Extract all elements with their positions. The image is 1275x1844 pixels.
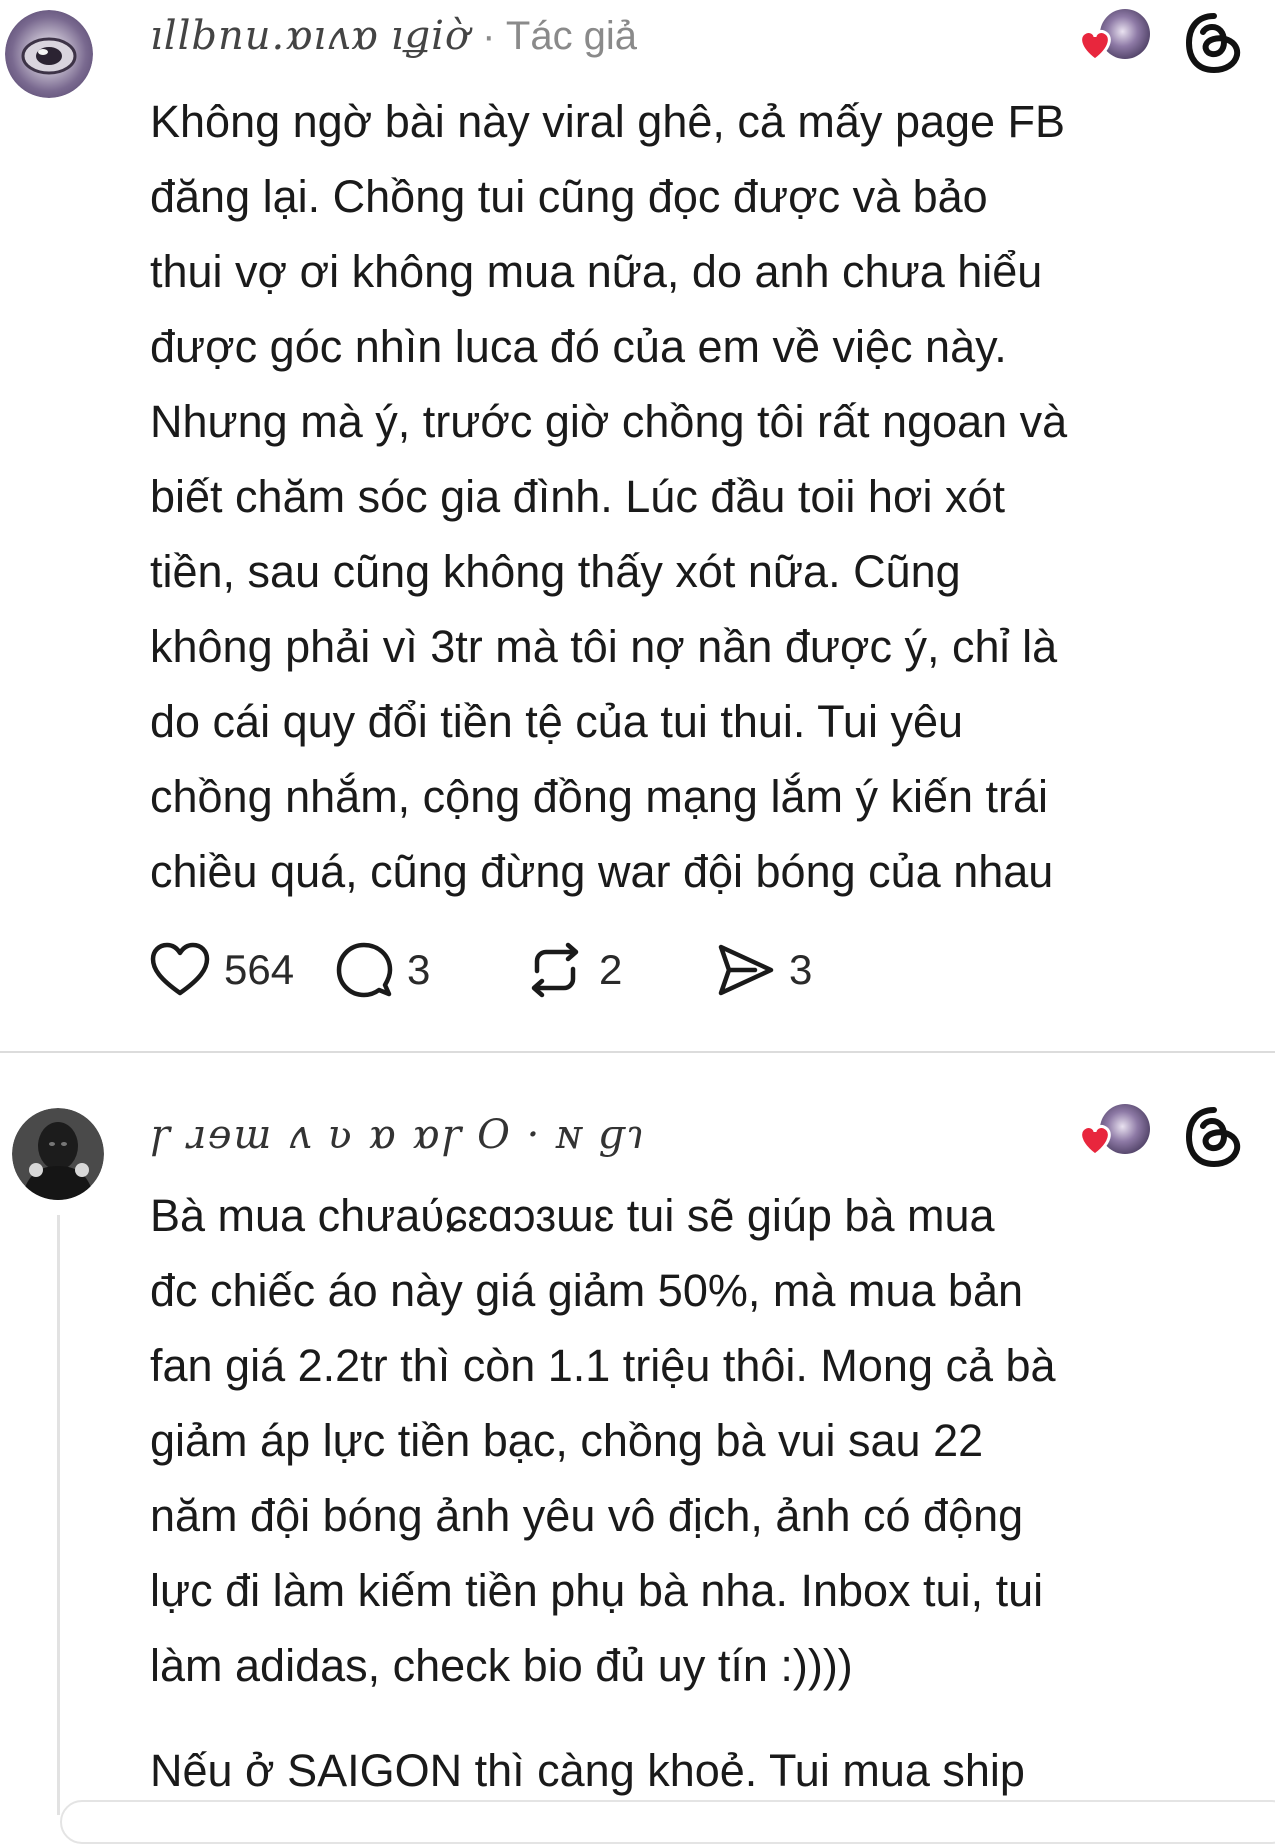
body-line: được góc nhìn luca đó của em về việc này… bbox=[150, 321, 1007, 372]
threads-logo-icon[interactable] bbox=[1183, 1106, 1245, 1168]
reply-count: 3 bbox=[407, 946, 431, 993]
thread-connector-line bbox=[57, 1215, 60, 1815]
author-name[interactable]: ɼ ɹɘɯ ʌ ʋ ɒ ɒɼ O · ɴ ɡɿ bbox=[150, 1111, 646, 1159]
reply-body: Bà mua chưaʋ́ɕɛɑɔɜɯɛ tui sẽ giúp bà mua … bbox=[150, 1178, 1260, 1703]
body-line: năm đội bóng ảnh yêu vô địch, ảnh có độn… bbox=[150, 1490, 1024, 1541]
liked-by-badge[interactable] bbox=[1075, 1103, 1153, 1163]
liked-heart-badge-icon bbox=[1079, 1104, 1150, 1157]
body-line: Bà mua chưaʋ́ɕɛɑɔɜɯɛ tui sẽ giúp bà mua bbox=[150, 1190, 995, 1241]
body-line: không phải vì 3tr mà tôi nợ nần được ý, … bbox=[150, 621, 1058, 672]
body-line: lực đi làm kiếm tiền phụ bà nha. Inbox t… bbox=[150, 1565, 1044, 1616]
heart-outline-icon bbox=[150, 942, 210, 996]
avatar[interactable] bbox=[5, 10, 93, 98]
body-line: fan giá 2.2tr thì còn 1.1 triệu thôi. Mo… bbox=[150, 1340, 1056, 1391]
reply-button[interactable]: 3 bbox=[335, 941, 525, 999]
author-tag: · Tác giả bbox=[482, 14, 638, 58]
reply-continuation: Nếu ở SAIGON thì càng khoẻ. Tui mua ship bbox=[150, 1733, 1260, 1808]
repost-count: 2 bbox=[599, 946, 623, 993]
avatar[interactable] bbox=[12, 1108, 104, 1200]
body-line: đăng lại. Chồng tui cũng đọc được và bảo bbox=[150, 171, 988, 222]
post-1: ıllbnu.ɒıʌɒ ıǥiờ · Tác giả Không ngờ bài… bbox=[0, 0, 1275, 1050]
post-time: ıǥiờ bbox=[390, 13, 471, 59]
like-button[interactable]: 564 bbox=[150, 942, 335, 998]
body-line: Không ngờ bài này viral ghê, cả mấy page… bbox=[150, 96, 1066, 147]
body-line: giảm áp lực tiền bạc, chồng bà vui sau 2… bbox=[150, 1415, 984, 1466]
next-post-card-edge bbox=[60, 1800, 1275, 1844]
body-line: Nếu ở SAIGON thì càng khoẻ. Tui mua ship bbox=[150, 1745, 1025, 1796]
body-line: Nhưng mà ý, trước giờ chồng tôi rất ngoa… bbox=[150, 396, 1068, 447]
repost-arrows-icon bbox=[531, 942, 579, 998]
body-line: tiền, sau cũng không thấy xót nữa. Cũng bbox=[150, 546, 961, 597]
author-header: ıllbnu.ɒıʌɒ ıǥiờ · Tác giả bbox=[150, 12, 637, 60]
avatar-image-icon bbox=[12, 1108, 104, 1200]
liked-by-badge[interactable] bbox=[1075, 8, 1153, 68]
body-line: thui vợ ơi không mua nữa, do anh chưa hi… bbox=[150, 246, 1043, 297]
share-button[interactable]: 3 bbox=[715, 941, 865, 999]
body-line: chiều quá, cũng đừng war đội bóng của nh… bbox=[150, 846, 1054, 897]
comment-bubble-icon bbox=[336, 942, 393, 998]
action-bar: 564 3 2 3 bbox=[150, 938, 865, 1002]
author-name[interactable]: ıllbnu.ɒıʌɒ bbox=[150, 13, 379, 59]
threads-logo-icon[interactable] bbox=[1183, 12, 1245, 74]
body-line: biết chăm sóc gia đình. Lúc đầu toii hơi… bbox=[150, 471, 1005, 522]
body-line: do cái quy đổi tiền tệ của tui thui. Tui… bbox=[150, 696, 964, 747]
avatar-image-icon bbox=[5, 10, 93, 98]
post-2: ɼ ɹɘɯ ʌ ʋ ɒ ɒɼ O · ɴ ɡɿ Bà mua chưaʋ́ɕɛɑ… bbox=[0, 1053, 1275, 1811]
body-line: làm adidas, check bio đủ uy tín :)))) bbox=[150, 1640, 853, 1691]
like-count: 564 bbox=[224, 946, 295, 993]
liked-heart-badge-icon bbox=[1079, 9, 1150, 62]
share-count: 3 bbox=[789, 946, 813, 993]
body-line: đc chiếc áo này giá giảm 50%, mà mua bản bbox=[150, 1265, 1023, 1316]
repost-button[interactable]: 2 bbox=[525, 941, 715, 999]
body-line: chồng nhắm, cộng đồng mạng lắm ý kiến tr… bbox=[150, 771, 1049, 822]
post-body: Không ngờ bài này viral ghê, cả mấy page… bbox=[150, 84, 1260, 909]
send-arrow-icon bbox=[718, 944, 774, 996]
